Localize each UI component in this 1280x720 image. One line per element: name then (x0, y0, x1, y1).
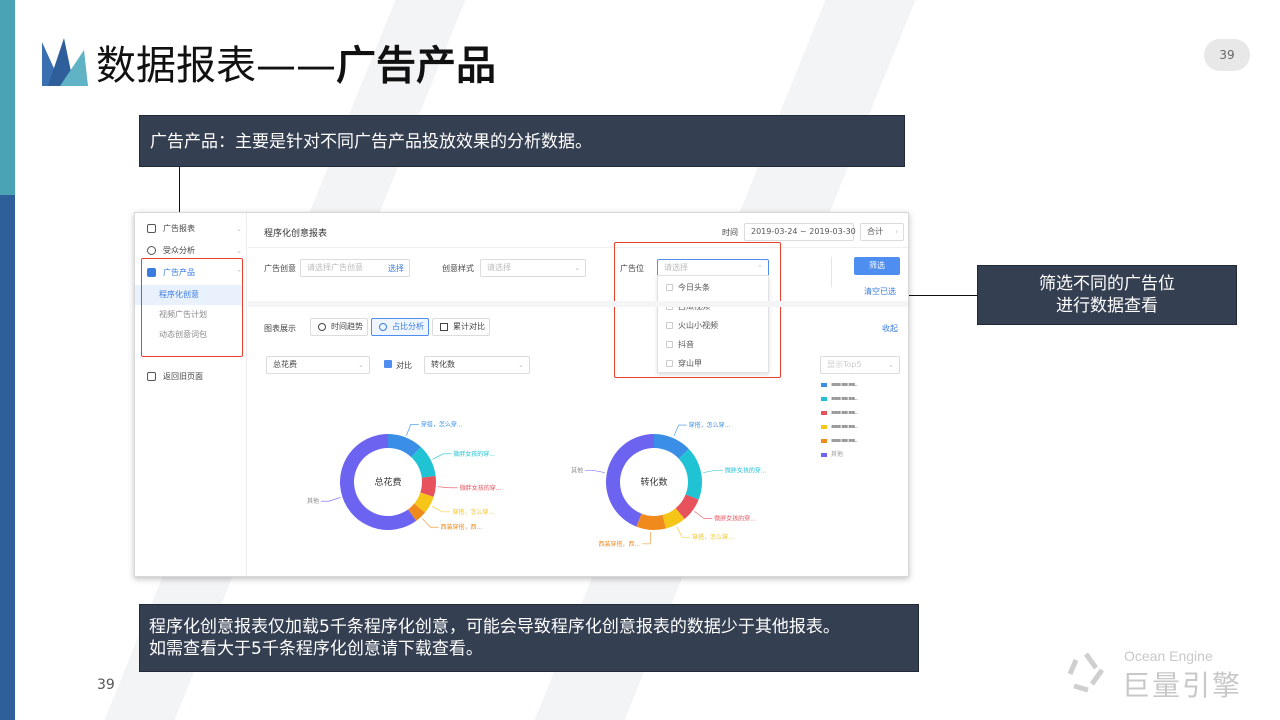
clear-selection-link[interactable]: 清空已选 (864, 286, 896, 297)
slice-leader-line (703, 470, 723, 473)
donut-slice[interactable] (678, 449, 702, 500)
slice-label: 西装穿搭，西... (598, 540, 640, 548)
report-icon (147, 224, 156, 233)
donut-center-title: 总花费 (374, 476, 401, 488)
callout-note: 程序化创意报表仅加载5千条程序化创意，可能会导致程序化创意报表的数据少于其他报表… (139, 604, 919, 672)
creative-filter-label: 广告创意 (264, 264, 296, 273)
chart-display-label: 图表展示 (264, 324, 296, 333)
donut-center-title: 转化数 (640, 476, 667, 488)
section-gap (248, 301, 908, 307)
divider (831, 257, 832, 287)
legend-item: ▪▪▪ ▪▪ ▪▪... (821, 435, 858, 447)
company-logo-icon (42, 38, 88, 86)
slice-label: 穿搭，怎么穿... (452, 508, 494, 516)
top-n-select[interactable]: 显示Top5 ⌄ (820, 356, 900, 374)
slice-leader-line (676, 526, 691, 538)
report-title: 程序化创意报表 (264, 229, 328, 239)
accent-bar-bottom (0, 195, 15, 720)
metric-right-select[interactable]: 转化数 ⌄ (424, 356, 530, 374)
legend-swatch (821, 439, 827, 443)
filter-button[interactable]: 筛选 (854, 257, 900, 275)
sidebar-item-ad-report[interactable]: 广告报表 ⌄ (135, 219, 246, 239)
time-label: 时间 (722, 228, 738, 237)
ocean-engine-icon (1067, 652, 1105, 693)
legend-swatch (821, 383, 827, 387)
slice-leader-line (406, 424, 419, 436)
slice-label: 穿搭，怎么穿... (421, 420, 463, 428)
clock-icon (318, 323, 326, 331)
slice-leader-line (437, 486, 458, 489)
chevron-down-icon: › (895, 228, 898, 236)
page-number-badge: 39 (1204, 39, 1250, 71)
donut-charts: 穿搭，怎么穿... 微胖女孩的穿... 微胖女孩的穿... 穿搭，怎么穿... 西装穿搭… (307, 420, 767, 548)
page-number: 39 (97, 677, 115, 693)
legend-item: ▪▪▪ ▪▪ ▪▪... (821, 421, 858, 433)
slice-leader-line (432, 453, 452, 460)
tab-time-trend[interactable]: 时间趋势 (310, 318, 368, 336)
tab-cumulative-compare[interactable]: 累计对比 (432, 318, 490, 336)
back-icon (147, 372, 156, 381)
slice-leader-line (642, 531, 652, 545)
collapse-link[interactable]: 收起 (882, 323, 898, 334)
slice-label: 微胖女孩的穿... (714, 514, 756, 522)
slice-label: 微胖女孩的穿... (453, 450, 495, 458)
slice-leader-line (673, 424, 687, 437)
slide-title: 数据报表——广告产品 (96, 43, 496, 89)
slice-label: 西装穿搭，西... (440, 523, 482, 531)
slice-leader-line (431, 505, 451, 513)
chevron-down-icon: ⌄ (236, 225, 242, 233)
tab-share-analysis[interactable]: 占比分析 (371, 318, 429, 336)
pie-icon (379, 323, 387, 331)
granularity-select[interactable]: 合计 › (860, 223, 904, 241)
slice-leader-line (422, 518, 439, 528)
chevron-down-icon: ⌄ (358, 361, 364, 369)
divider (248, 247, 908, 248)
app-main-panel: 程序化创意报表 时间 2019-03-24 ~ 2019-03-30 合计 › 广… (248, 213, 908, 576)
slice-label: 穿搭，怎么穿... (689, 421, 731, 429)
style-select[interactable]: 请选择 ⌄ (480, 259, 586, 277)
style-filter-label: 创意样式 (442, 264, 474, 273)
date-range-picker[interactable]: 2019-03-24 ~ 2019-03-30 (744, 223, 856, 241)
highlight-frame-sidebar (141, 258, 243, 357)
slice-leader-line (585, 470, 605, 473)
app-screenshot: 广告报表 ⌄ 受众分析 ⌄ 广告产品 ⌃ 程序化创意 视频广告计划 动态创意词包… (134, 212, 909, 577)
audience-icon (147, 246, 156, 255)
accent-bar-top (0, 0, 15, 195)
callout-position-filter: 筛选不同的广告位 进行数据查看 (977, 265, 1237, 325)
slice-leader-line (694, 511, 713, 519)
legend-item: ▪▪▪ ▪▪ ▪▪... (821, 393, 858, 405)
app-sidebar: 广告报表 ⌄ 受众分析 ⌄ 广告产品 ⌃ 程序化创意 视频广告计划 动态创意词包… (135, 213, 247, 576)
highlight-frame-position (614, 242, 781, 378)
brand-logo: Ocean Engine 巨量引擎 (1062, 646, 1252, 702)
slice-leader-line (321, 497, 341, 502)
callout-description: 广告产品：主要是针对不同广告产品投放效果的分析数据。 (139, 115, 905, 167)
back-to-old-page[interactable]: 返回旧页面 (135, 367, 246, 387)
creative-select-link[interactable]: 选择 (388, 263, 404, 274)
metric-left-select[interactable]: 总花费 ⌄ (266, 356, 370, 374)
slice-label: 微胖女孩的穿... (725, 466, 767, 474)
chevron-down-icon: ⌄ (518, 361, 524, 369)
slice-label: 穿搭，怎么穿... (692, 533, 734, 541)
chevron-down-icon: ⌄ (574, 264, 580, 272)
slice-label: 其他 (307, 497, 319, 505)
chevron-down-icon: ⌄ (888, 361, 894, 369)
brand-name-chinese: 巨量引擎 (1122, 669, 1243, 702)
donut-slice[interactable] (636, 513, 666, 530)
slice-label: 其他 (571, 466, 583, 474)
compare-checkbox[interactable]: 对比 (384, 360, 412, 371)
slice-label: 微胖女孩的穿... (460, 484, 502, 492)
checkbox-checked-icon (384, 360, 392, 368)
legend-item-other: 其他 (821, 449, 843, 461)
legend-swatch (821, 453, 827, 457)
legend-item: ▪▪▪ ▪▪ ▪▪... (821, 407, 858, 419)
legend-swatch (821, 425, 827, 429)
legend-item: ▪▪▪ ▪▪ ▪▪... (821, 379, 858, 391)
legend-swatch (821, 397, 827, 401)
brand-name-english: Ocean Engine (1124, 648, 1213, 664)
legend-swatch (821, 411, 827, 415)
bar-chart-icon (440, 323, 448, 331)
